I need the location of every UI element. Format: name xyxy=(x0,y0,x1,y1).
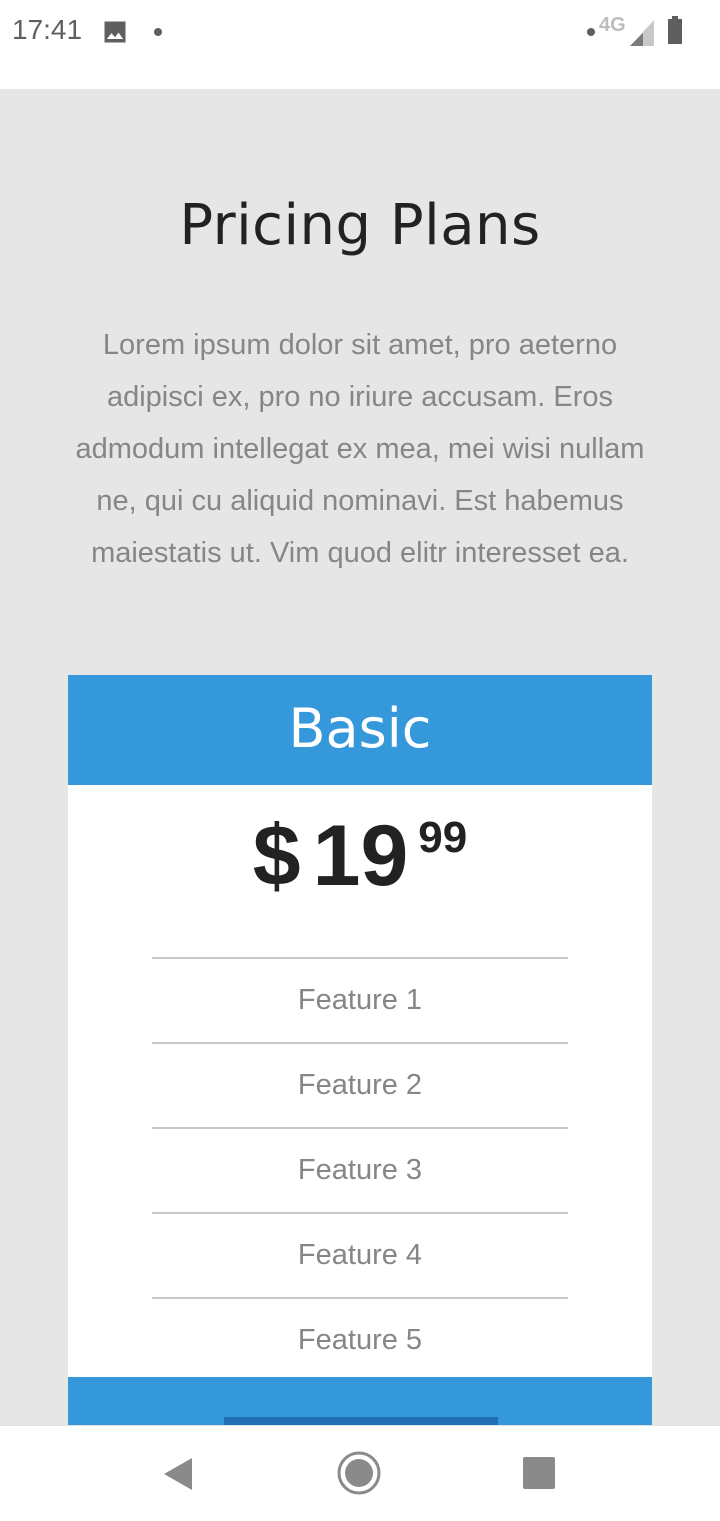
pricing-card: Basic $19 99 Feature 1 Feature 2 Feature … xyxy=(68,675,652,1447)
feature-item: Feature 5 xyxy=(152,1297,568,1382)
feature-item: Feature 3 xyxy=(152,1127,568,1212)
recents-icon[interactable] xyxy=(520,1454,558,1492)
network-type: 4G xyxy=(599,14,626,36)
status-bar: 17:41 4G xyxy=(0,0,720,89)
card-header: Basic xyxy=(68,675,652,785)
plan-name: Basic xyxy=(288,697,432,760)
notification-dot-icon xyxy=(154,28,162,36)
page-title: Pricing Plans xyxy=(179,192,541,258)
intro-text: Lorem ipsum dolor sit amet, pro aeterno … xyxy=(75,329,645,569)
navigation-bar xyxy=(0,1425,720,1521)
feature-item: Feature 1 xyxy=(152,957,568,1042)
feature-item: Feature 2 xyxy=(152,1042,568,1127)
battery-icon xyxy=(668,16,682,44)
home-icon[interactable] xyxy=(336,1450,382,1496)
image-icon xyxy=(104,21,126,43)
signal-icon xyxy=(630,20,654,46)
price-currency: $ xyxy=(252,808,301,904)
price-whole: 19 xyxy=(312,808,409,904)
back-icon[interactable] xyxy=(160,1454,200,1494)
price: $19 99 xyxy=(68,807,652,906)
feature-list: Feature 1 Feature 2 Feature 3 Feature 4 … xyxy=(152,957,568,1382)
feature-item: Feature 4 xyxy=(152,1212,568,1297)
price-cents: 99 xyxy=(418,813,468,862)
status-time: 17:41 xyxy=(12,14,83,45)
network-dot-icon xyxy=(587,28,595,36)
